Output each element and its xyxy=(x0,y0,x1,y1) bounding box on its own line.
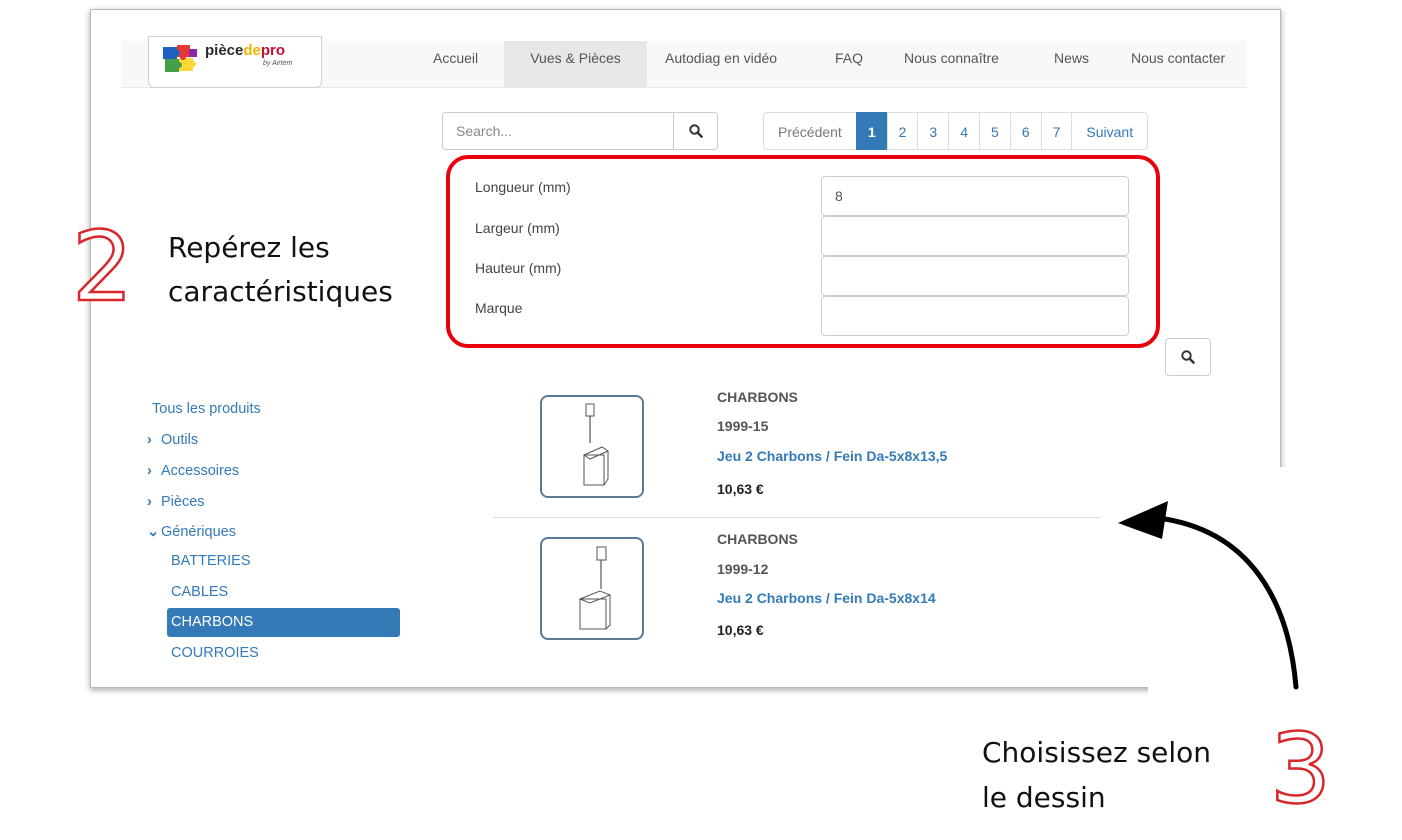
search-input[interactable] xyxy=(443,113,673,149)
product-name-link[interactable]: Jeu 2 Charbons / Fein Da-5x8x13,5 xyxy=(717,448,947,464)
carbon-brush-drawing xyxy=(582,403,610,486)
carbon-brush-drawing xyxy=(578,546,612,630)
svg-text:2: 2 xyxy=(72,224,133,308)
pagination-page-7[interactable]: 7 xyxy=(1040,112,1073,150)
product-reference: 1999-12 xyxy=(717,561,769,577)
logo-subtitle: by Airtem xyxy=(263,60,293,67)
screenshot-frame xyxy=(90,9,1281,688)
site-logo[interactable]: piècedepro by Airtem xyxy=(148,36,322,88)
sidebar-sub-batteries[interactable]: BATTERIES xyxy=(171,553,251,569)
product-thumbnail[interactable] xyxy=(540,537,644,640)
sidebar-all-products[interactable]: Tous les produits xyxy=(152,401,261,417)
pagination-page-1[interactable]: 1 xyxy=(855,112,888,150)
pagination-page-2[interactable]: 2 xyxy=(886,112,919,150)
chevron-right-icon: › xyxy=(147,494,152,510)
divider xyxy=(493,517,1101,518)
sidebar-item-label: Outils xyxy=(161,432,199,448)
product-thumbnail[interactable] xyxy=(540,395,644,498)
chevron-right-icon: › xyxy=(147,463,152,479)
pagination-page-6[interactable]: 6 xyxy=(1009,112,1042,150)
sidebar-sub-cables[interactable]: CABLES xyxy=(171,584,228,600)
pagination-previous[interactable]: Précédent xyxy=(763,112,857,150)
logo-brand-text: piècedepro xyxy=(205,42,286,59)
product-category: CHARBONS xyxy=(717,531,798,547)
sidebar-sub-charbons[interactable]: CHARBONS xyxy=(167,608,400,637)
puzzle-logo-icon xyxy=(163,45,197,72)
product-reference: 1999-15 xyxy=(717,418,769,434)
nav-vues-pieces[interactable]: Vues & Pièces xyxy=(504,41,647,87)
sidebar-item-outils[interactable]: › Outils xyxy=(147,432,198,448)
curved-arrow-icon xyxy=(1118,501,1299,690)
nav-accueil[interactable]: Accueil xyxy=(421,41,490,87)
sidebar-item-generiques[interactable]: ⌄ Génériques xyxy=(147,524,236,540)
svg-text:3: 3 xyxy=(1270,722,1331,812)
pagination: Précédent 1 2 3 4 5 6 7 Suivant xyxy=(763,112,1149,150)
pagination-page-5[interactable]: 5 xyxy=(979,112,1011,150)
pagination-page-3[interactable]: 3 xyxy=(917,112,950,150)
step-3-number: 3 xyxy=(1269,722,1333,812)
nav-faq[interactable]: FAQ xyxy=(835,41,863,87)
chevron-down-icon: ⌄ xyxy=(147,524,160,540)
chevron-right-icon: › xyxy=(147,432,152,448)
filter-search-button[interactable] xyxy=(1165,338,1211,376)
nav-nous-connaitre[interactable]: Nous connaître xyxy=(904,41,999,87)
search-button[interactable] xyxy=(673,113,718,149)
sidebar-item-label: Pièces xyxy=(161,494,205,510)
step-3-text-line2: le dessin xyxy=(982,781,1106,814)
step-3-text-line1: Choisissez selon xyxy=(982,736,1212,769)
nav-nous-contacter[interactable]: Nous contacter xyxy=(1131,41,1225,87)
highlight-box xyxy=(446,155,1160,348)
product-price: 10,63 € xyxy=(717,622,764,638)
search-icon xyxy=(1181,350,1195,364)
step-2-text-line1: Repérez les xyxy=(168,231,330,264)
product-price: 10,63 € xyxy=(717,481,764,497)
sidebar-item-label: Accessoires xyxy=(161,463,240,479)
pagination-page-4[interactable]: 4 xyxy=(948,112,981,150)
product-category: CHARBONS xyxy=(717,389,798,405)
search-icon xyxy=(689,124,703,138)
sidebar-sub-courroies[interactable]: COURROIES xyxy=(171,645,259,657)
step-2-text-line2: caractéristiques xyxy=(168,275,393,308)
nav-autodiag-video[interactable]: Autodiag en vidéo xyxy=(665,41,777,87)
search-box xyxy=(442,112,718,150)
pagination-next[interactable]: Suivant xyxy=(1071,112,1149,150)
sidebar-item-accessoires[interactable]: › Accessoires xyxy=(147,463,239,479)
sidebar-item-label: Génériques xyxy=(161,524,236,540)
nav-news[interactable]: News xyxy=(1054,41,1089,87)
product-name-link[interactable]: Jeu 2 Charbons / Fein Da-5x8x14 xyxy=(717,590,936,606)
step-2-number: 2 xyxy=(71,224,134,308)
sidebar-item-pieces[interactable]: › Pièces xyxy=(147,494,205,510)
